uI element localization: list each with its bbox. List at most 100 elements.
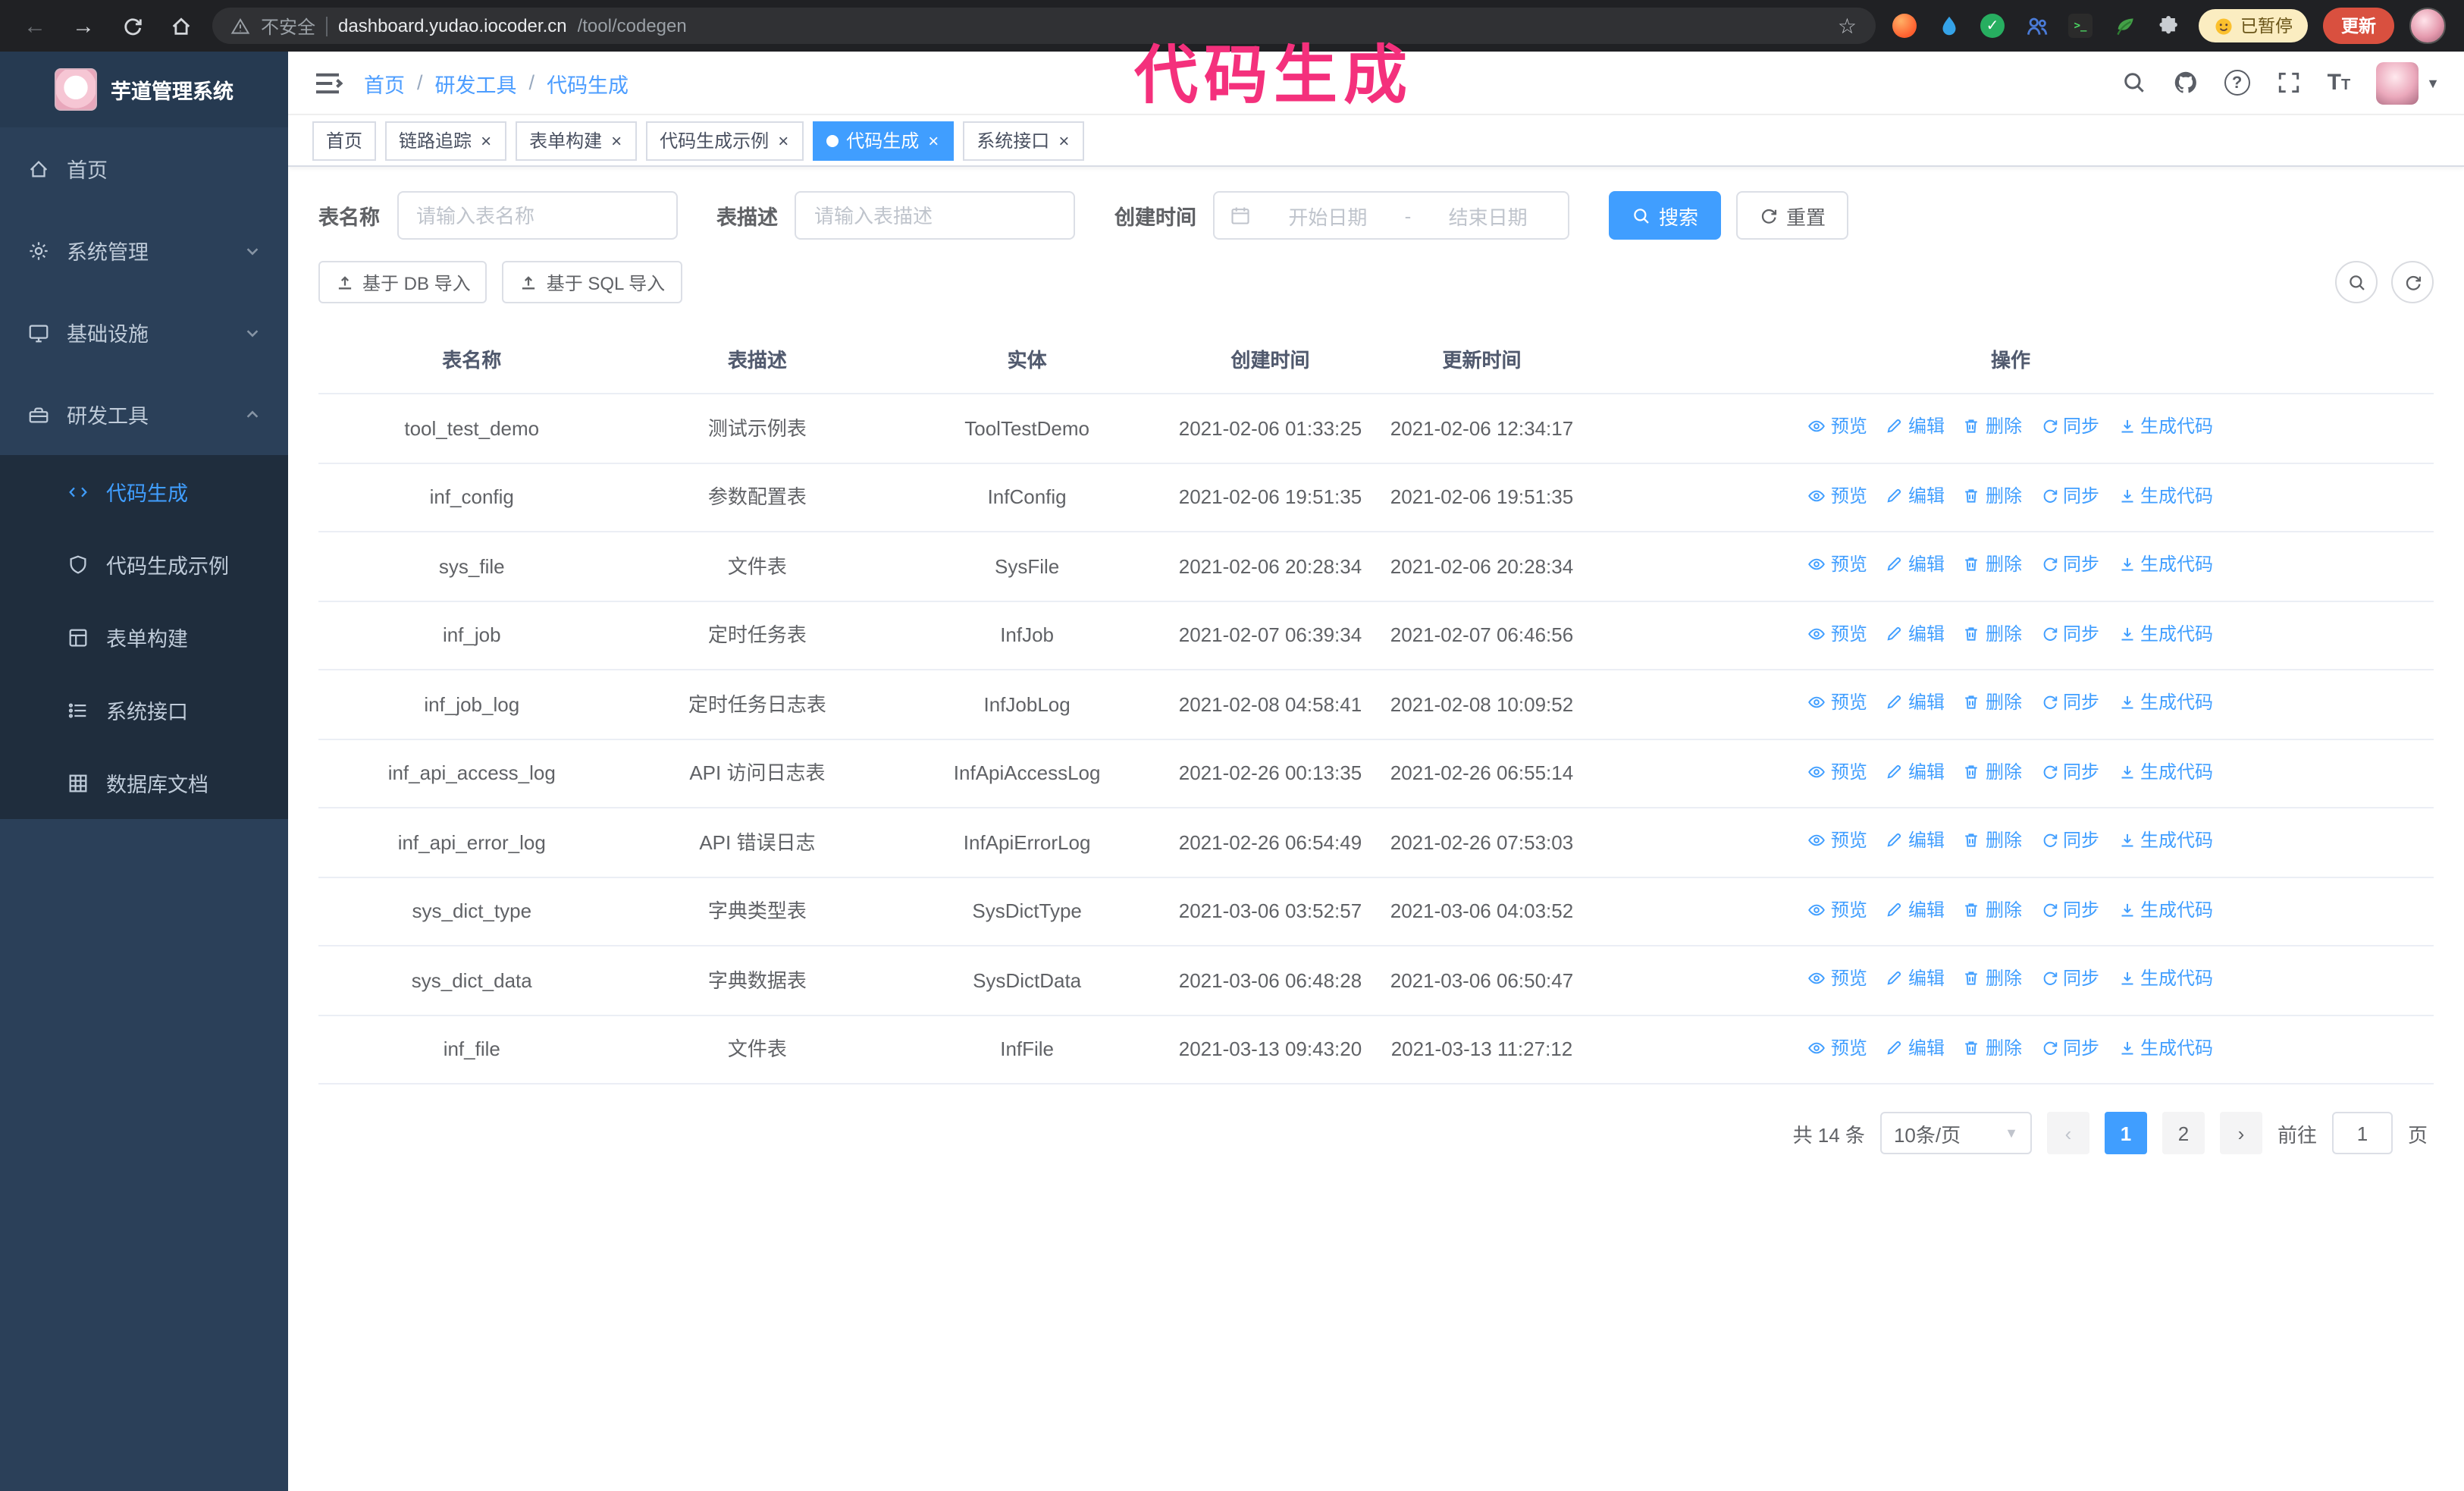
table-row[interactable]: inf_api_error_log API 错误日志 InfApiErrorLo… <box>318 808 2434 877</box>
action-generate[interactable]: 生成代码 <box>2118 896 2213 923</box>
table-row[interactable]: inf_api_access_log API 访问日志表 InfApiAcces… <box>318 739 2434 808</box>
tab-codegen[interactable]: 代码生成 × <box>813 121 955 160</box>
action-generate[interactable]: 生成代码 <box>2118 620 2213 647</box>
action-sync[interactable]: 同步 <box>2040 551 2099 578</box>
app-logo[interactable]: 芋道管理系统 <box>0 52 288 127</box>
fullscreen-icon[interactable] <box>2276 70 2302 96</box>
home-icon[interactable] <box>164 9 197 42</box>
action-edit[interactable]: 编辑 <box>1886 896 1945 923</box>
action-generate[interactable]: 生成代码 <box>2118 689 2213 716</box>
action-sync[interactable]: 同步 <box>2040 689 2099 716</box>
reload-icon[interactable] <box>115 9 149 42</box>
next-page-button[interactable]: › <box>2219 1112 2262 1154</box>
prev-page-button[interactable]: ‹ <box>2046 1112 2089 1154</box>
action-edit[interactable]: 编辑 <box>1886 482 1945 509</box>
browser-update-button[interactable]: 更新 <box>2323 8 2394 44</box>
close-icon[interactable]: × <box>479 131 493 149</box>
action-delete[interactable]: 删除 <box>1963 965 2022 992</box>
action-delete[interactable]: 删除 <box>1963 413 2022 440</box>
action-generate[interactable]: 生成代码 <box>2118 758 2213 785</box>
close-icon[interactable]: × <box>610 131 623 149</box>
table-row[interactable]: sys_dict_type 字典类型表 SysDictType 2021-03-… <box>318 877 2434 946</box>
back-icon[interactable]: ← <box>18 9 52 42</box>
action-delete[interactable]: 删除 <box>1963 620 2022 647</box>
table-row[interactable]: inf_config 参数配置表 InfConfig 2021-02-06 19… <box>318 463 2434 532</box>
action-edit[interactable]: 编辑 <box>1886 689 1945 716</box>
goto-page-input[interactable] <box>2331 1112 2393 1154</box>
sidebar-item-form-builder[interactable]: 表单构建 <box>0 601 288 673</box>
sidebar-item-home[interactable]: 首页 <box>0 127 288 209</box>
table-desc-input[interactable] <box>795 191 1075 240</box>
search-button[interactable]: 搜索 <box>1609 191 1722 240</box>
sidebar-item-codegen[interactable]: 代码生成 <box>0 455 288 528</box>
tab-tracing[interactable]: 链路追踪 × <box>385 121 507 160</box>
sidebar-item-codegen-example[interactable]: 代码生成示例 <box>0 528 288 601</box>
action-preview[interactable]: 预览 <box>1808 827 1867 854</box>
action-generate[interactable]: 生成代码 <box>2118 827 2213 854</box>
action-edit[interactable]: 编辑 <box>1886 620 1945 647</box>
table-row[interactable]: inf_job_log 定时任务日志表 InfJobLog 2021-02-08… <box>318 670 2434 739</box>
action-preview[interactable]: 预览 <box>1808 965 1867 992</box>
extension-orange-icon[interactable] <box>1890 11 1919 40</box>
extension-leaf-icon[interactable] <box>2110 11 2139 40</box>
sidebar-item-system-api[interactable]: 系统接口 <box>0 673 288 746</box>
action-sync[interactable]: 同步 <box>2040 758 2099 785</box>
extension-check-icon[interactable]: ✓ <box>1978 11 2007 40</box>
action-delete[interactable]: 删除 <box>1963 551 2022 578</box>
action-delete[interactable]: 删除 <box>1963 896 2022 923</box>
action-generate[interactable]: 生成代码 <box>2118 1034 2213 1061</box>
browser-profile-avatar[interactable] <box>2409 8 2446 44</box>
tab-form-builder[interactable]: 表单构建 × <box>516 121 638 160</box>
sidebar-item-devtools[interactable]: 研发工具 <box>0 373 288 455</box>
date-range-picker[interactable]: 开始日期 - 结束日期 <box>1213 191 1569 240</box>
import-db-button[interactable]: 基于 DB 导入 <box>318 261 487 303</box>
refresh-table-button[interactable] <box>2391 261 2434 303</box>
action-preview[interactable]: 预览 <box>1808 1034 1867 1061</box>
action-preview[interactable]: 预览 <box>1808 620 1867 647</box>
table-name-input[interactable] <box>397 191 677 240</box>
paused-badge[interactable]: 已暂停 <box>2198 9 2308 42</box>
puzzle-icon[interactable] <box>2154 11 2183 40</box>
action-sync[interactable]: 同步 <box>2040 413 2099 440</box>
action-preview[interactable]: 预览 <box>1808 689 1867 716</box>
font-size-icon[interactable]: TT <box>2328 71 2351 94</box>
tab-home[interactable]: 首页 <box>312 121 377 160</box>
action-delete[interactable]: 删除 <box>1963 689 2022 716</box>
action-edit[interactable]: 编辑 <box>1886 1034 1945 1061</box>
action-edit[interactable]: 编辑 <box>1886 965 1945 992</box>
table-row[interactable]: inf_file 文件表 InfFile 2021-03-13 09:43:20… <box>318 1015 2434 1085</box>
import-sql-button[interactable]: 基于 SQL 导入 <box>502 261 682 303</box>
extension-drop-icon[interactable] <box>1934 11 1963 40</box>
table-row[interactable]: sys_dict_data 字典数据表 SysDictData 2021-03-… <box>318 946 2434 1015</box>
action-sync[interactable]: 同步 <box>2040 896 2099 923</box>
hamburger-icon[interactable] <box>312 67 343 98</box>
action-sync[interactable]: 同步 <box>2040 482 2099 509</box>
action-delete[interactable]: 删除 <box>1963 1034 2022 1061</box>
breadcrumb-devtools[interactable]: 研发工具 <box>435 67 517 98</box>
close-icon[interactable]: × <box>926 131 940 149</box>
url-bar[interactable]: 不安全 dashboard.yudao.iocoder.cn/tool/code… <box>212 8 1875 44</box>
table-row[interactable]: inf_job 定时任务表 InfJob 2021-02-07 06:39:34… <box>318 601 2434 670</box>
action-sync[interactable]: 同步 <box>2040 1034 2099 1061</box>
action-edit[interactable]: 编辑 <box>1886 413 1945 440</box>
table-row[interactable]: tool_test_demo 测试示例表 ToolTestDemo 2021-0… <box>318 394 2434 463</box>
action-preview[interactable]: 预览 <box>1808 896 1867 923</box>
extension-people-icon[interactable] <box>2022 11 2051 40</box>
action-generate[interactable]: 生成代码 <box>2118 482 2213 509</box>
reset-button[interactable]: 重置 <box>1736 191 1849 240</box>
tab-codegen-example[interactable]: 代码生成示例 × <box>646 121 804 160</box>
close-icon[interactable]: × <box>1057 131 1071 149</box>
action-sync[interactable]: 同步 <box>2040 965 2099 992</box>
user-menu[interactable]: ▼ <box>2376 61 2440 104</box>
action-generate[interactable]: 生成代码 <box>2118 413 2213 440</box>
action-sync[interactable]: 同步 <box>2040 620 2099 647</box>
sidebar-item-db-doc[interactable]: 数据库文档 <box>0 746 288 819</box>
bookmark-star-icon[interactable]: ☆ <box>1838 13 1857 39</box>
sidebar-item-system[interactable]: 系统管理 <box>0 209 288 291</box>
breadcrumb-home[interactable]: 首页 <box>364 67 405 98</box>
page-button-1[interactable]: 1 <box>2104 1112 2147 1154</box>
action-edit[interactable]: 编辑 <box>1886 551 1945 578</box>
close-icon[interactable]: × <box>776 131 790 149</box>
search-icon[interactable] <box>2121 70 2147 96</box>
action-preview[interactable]: 预览 <box>1808 551 1867 578</box>
